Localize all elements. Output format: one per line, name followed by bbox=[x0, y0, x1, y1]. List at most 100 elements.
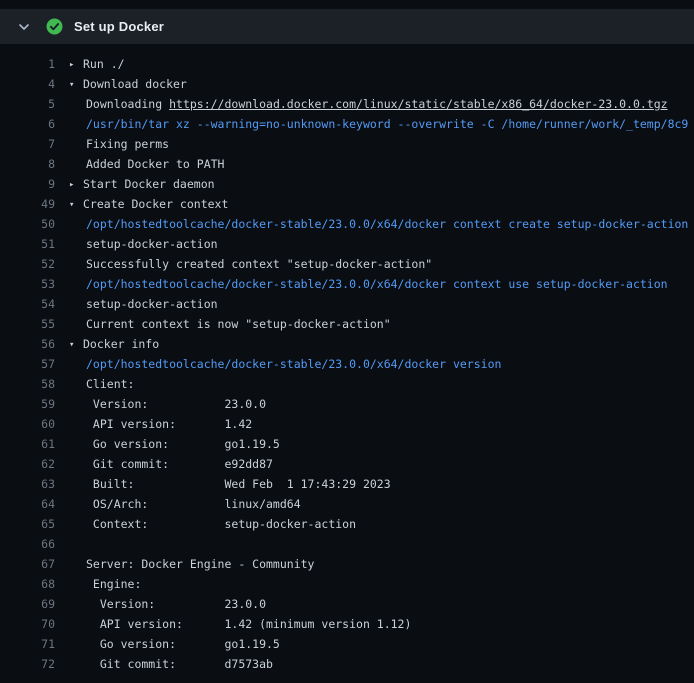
group-title: Create Docker context bbox=[83, 197, 228, 211]
group-collapsed-icon[interactable]: ▸ bbox=[69, 175, 83, 194]
log-line-content: API version: 1.42 bbox=[69, 414, 694, 434]
log-line-number[interactable]: 1 bbox=[0, 54, 55, 74]
log-line-number[interactable]: 57 bbox=[0, 354, 55, 374]
log-line-number[interactable]: 59 bbox=[0, 394, 55, 414]
log-line[interactable]: 54 setup-docker-action bbox=[0, 294, 694, 314]
log-line[interactable]: 60 API version: 1.42 bbox=[0, 414, 694, 434]
chevron-down-icon[interactable] bbox=[16, 19, 32, 35]
group-expanded-icon[interactable]: ▾ bbox=[69, 335, 83, 354]
log-line[interactable]: 9 ▸Start Docker daemon bbox=[0, 174, 694, 194]
log-line-number[interactable]: 50 bbox=[0, 214, 55, 234]
log-line-number[interactable]: 54 bbox=[0, 294, 55, 314]
group-expanded-icon[interactable]: ▾ bbox=[69, 195, 83, 214]
log-line-content: Context: setup-docker-action bbox=[69, 514, 694, 534]
success-check-icon bbox=[46, 18, 63, 35]
log-line-number[interactable]: 63 bbox=[0, 474, 55, 494]
log-line-number[interactable]: 52 bbox=[0, 254, 55, 274]
log-line-number[interactable]: 53 bbox=[0, 274, 55, 294]
log-area: 1▸Run ./4▾Download docker5Downloading ht… bbox=[0, 44, 694, 674]
log-line[interactable]: 71 Go version: go1.19.5 bbox=[0, 634, 694, 654]
log-line-content: Server: Docker Engine - Community bbox=[69, 554, 694, 574]
log-line[interactable]: 69 Version: 23.0.0 bbox=[0, 594, 694, 614]
log-line-number[interactable]: 7 bbox=[0, 134, 55, 154]
log-line[interactable]: 56 ▾Docker info bbox=[0, 334, 694, 354]
log-line[interactable]: 68 Engine: bbox=[0, 574, 694, 594]
log-line-number[interactable]: 62 bbox=[0, 454, 55, 474]
log-line[interactable]: 70 API version: 1.42 (minimum version 1.… bbox=[0, 614, 694, 634]
log-line[interactable]: 52 Successfully created context "setup-do… bbox=[0, 254, 694, 274]
log-line-number[interactable]: 8 bbox=[0, 154, 55, 174]
log-line[interactable]: 72 Git commit: d7573ab bbox=[0, 654, 694, 674]
log-line-content[interactable]: ▸Run ./ bbox=[69, 54, 694, 74]
log-line-content: Go version: go1.19.5 bbox=[69, 634, 694, 654]
step-header[interactable]: Set up Docker bbox=[0, 9, 694, 44]
log-line-content: /opt/hostedtoolcache/docker-stable/23.0.… bbox=[69, 274, 694, 294]
log-line-content: Successfully created context "setup-dock… bbox=[69, 254, 694, 274]
log-line-number[interactable]: 68 bbox=[0, 574, 55, 594]
log-line-number[interactable]: 65 bbox=[0, 514, 55, 534]
log-line[interactable]: 50/opt/hostedtoolcache/docker-stable/23.… bbox=[0, 214, 694, 234]
log-line-number[interactable]: 51 bbox=[0, 234, 55, 254]
log-line-content: Git commit: d7573ab bbox=[69, 654, 694, 674]
log-line-number[interactable]: 61 bbox=[0, 434, 55, 454]
log-line[interactable]: 8Added Docker to PATH bbox=[0, 154, 694, 174]
log-line[interactable]: 51 setup-docker-action bbox=[0, 234, 694, 254]
log-line[interactable]: 55 Current context is now "setup-docker-a… bbox=[0, 314, 694, 334]
log-line-number[interactable]: 55 bbox=[0, 314, 55, 334]
log-line-number[interactable]: 64 bbox=[0, 494, 55, 514]
log-text: Downloading bbox=[86, 97, 169, 111]
log-line-number[interactable]: 67 bbox=[0, 554, 55, 574]
log-line-number[interactable]: 66 bbox=[0, 534, 55, 554]
log-line-content[interactable]: ▾Download docker bbox=[69, 74, 694, 94]
log-line-number[interactable]: 9 bbox=[0, 174, 55, 194]
log-line[interactable]: 62 Git commit: e92dd87 bbox=[0, 454, 694, 474]
log-line-number[interactable]: 70 bbox=[0, 614, 55, 634]
log-line[interactable]: 65 Context: setup-docker-action bbox=[0, 514, 694, 534]
log-line[interactable]: 63 Built: Wed Feb 1 17:43:29 2023 bbox=[0, 474, 694, 494]
log-line[interactable]: 61 Go version: go1.19.5 bbox=[0, 434, 694, 454]
log-line-content: Current context is now "setup-docker-act… bbox=[69, 314, 694, 334]
download-url-link[interactable]: https://download.docker.com/linux/static… bbox=[169, 97, 668, 111]
log-line[interactable]: 49 ▾Create Docker context bbox=[0, 194, 694, 214]
log-line[interactable]: 67 Server: Docker Engine - Community bbox=[0, 554, 694, 574]
log-line-number[interactable]: 69 bbox=[0, 594, 55, 614]
log-line-number[interactable]: 72 bbox=[0, 654, 55, 674]
log-line-content[interactable]: ▸Start Docker daemon bbox=[69, 174, 694, 194]
log-line[interactable]: 4 ▾Download docker bbox=[0, 74, 694, 94]
step-title: Set up Docker bbox=[74, 19, 164, 34]
log-line[interactable]: 64 OS/Arch: linux/amd64 bbox=[0, 494, 694, 514]
log-line-content: setup-docker-action bbox=[69, 234, 694, 254]
log-line-number[interactable]: 60 bbox=[0, 414, 55, 434]
log-line[interactable]: 53/opt/hostedtoolcache/docker-stable/23.… bbox=[0, 274, 694, 294]
log-line[interactable]: 66 bbox=[0, 534, 694, 554]
group-title: Download docker bbox=[83, 77, 187, 91]
log-line[interactable]: 5 Downloading https://download.docker.com… bbox=[0, 94, 694, 114]
group-collapsed-icon[interactable]: ▸ bbox=[69, 55, 83, 74]
log-line-number[interactable]: 6 bbox=[0, 114, 55, 134]
log-line[interactable]: 6/usr/bin/tar xz --warning=no-unknown-ke… bbox=[0, 114, 694, 134]
log-line-number[interactable]: 49 bbox=[0, 194, 55, 214]
log-line-content bbox=[69, 534, 694, 554]
log-line-number[interactable]: 58 bbox=[0, 374, 55, 394]
log-line-content: Client: bbox=[69, 374, 694, 394]
log-line-content: /opt/hostedtoolcache/docker-stable/23.0.… bbox=[69, 354, 694, 374]
log-line-number[interactable]: 71 bbox=[0, 634, 55, 654]
log-line[interactable]: 57/opt/hostedtoolcache/docker-stable/23.… bbox=[0, 354, 694, 374]
log-line[interactable]: 59 Version: 23.0.0 bbox=[0, 394, 694, 414]
log-line-content: setup-docker-action bbox=[69, 294, 694, 314]
log-line-number[interactable]: 4 bbox=[0, 74, 55, 94]
log-line-content: API version: 1.42 (minimum version 1.12) bbox=[69, 614, 694, 634]
log-line[interactable]: 58 Client: bbox=[0, 374, 694, 394]
log-line-content: Engine: bbox=[69, 574, 694, 594]
log-line-content[interactable]: ▾Create Docker context bbox=[69, 194, 694, 214]
log-line-number[interactable]: 5 bbox=[0, 94, 55, 114]
log-line[interactable]: 7 Fixing perms bbox=[0, 134, 694, 154]
log-line-number[interactable]: 56 bbox=[0, 334, 55, 354]
log-line-content[interactable]: ▾Docker info bbox=[69, 334, 694, 354]
log-line[interactable]: 1 ▸Run ./ bbox=[0, 54, 694, 74]
log-line-content: OS/Arch: linux/amd64 bbox=[69, 494, 694, 514]
log-line-content: /usr/bin/tar xz --warning=no-unknown-key… bbox=[69, 114, 694, 134]
group-expanded-icon[interactable]: ▾ bbox=[69, 75, 83, 94]
log-line-content: /opt/hostedtoolcache/docker-stable/23.0.… bbox=[69, 214, 694, 234]
log-line-content: Fixing perms bbox=[69, 134, 694, 154]
